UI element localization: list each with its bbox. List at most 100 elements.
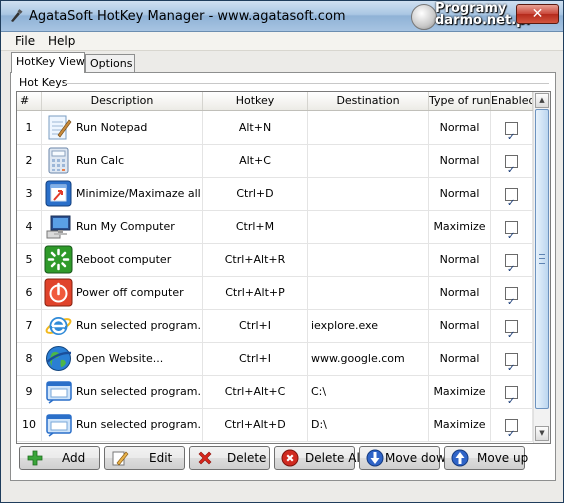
row-destination bbox=[308, 144, 429, 177]
row-number: 3 bbox=[17, 177, 42, 210]
move-up-button[interactable]: Move up bbox=[444, 446, 528, 470]
close-button[interactable]: ✕ bbox=[516, 4, 559, 24]
row-destination: C:\ bbox=[308, 375, 429, 408]
row-enabled[interactable] bbox=[491, 144, 533, 177]
delete-button-label: Delete bbox=[227, 451, 267, 465]
enabled-checkbox[interactable] bbox=[505, 121, 518, 144]
row-description: Open Website... bbox=[42, 342, 203, 375]
row-destination: www.google.com bbox=[308, 342, 429, 375]
row-number: 8 bbox=[17, 342, 42, 375]
row-description-text: Run Calc bbox=[76, 154, 125, 167]
column-header-destination[interactable]: Destination bbox=[308, 92, 429, 110]
enabled-checkbox[interactable] bbox=[505, 352, 518, 375]
column-header-description[interactable]: Description bbox=[42, 92, 203, 110]
row-number: 7 bbox=[17, 309, 42, 342]
row-enabled[interactable] bbox=[491, 210, 533, 243]
table-row[interactable]: 5 Reboot computer Ctrl+Alt+R Normal bbox=[17, 243, 533, 277]
table-row[interactable]: 8 Open Website... Ctrl+I www.google.com Norm… bbox=[17, 342, 533, 376]
scroll-up-arrow-icon[interactable]: ▲ bbox=[535, 93, 549, 108]
add-button[interactable]: Add bbox=[19, 446, 100, 470]
enabled-checkbox[interactable] bbox=[505, 187, 518, 210]
column-header-type-of-run[interactable]: Type of run bbox=[429, 92, 491, 110]
table-row[interactable]: 9 Run selected program... Ctrl+Alt+C C:\ Max… bbox=[17, 375, 533, 409]
watermark-logo-icon bbox=[411, 4, 437, 30]
tab-options[interactable]: Options bbox=[85, 54, 135, 72]
group-label-hot-keys: Hot Keys bbox=[19, 76, 68, 89]
menu-file[interactable]: File bbox=[15, 34, 35, 48]
menu-bar: File Help bbox=[1, 32, 563, 51]
row-destination: iexplore.exe bbox=[308, 309, 429, 342]
program-window-icon bbox=[46, 381, 72, 404]
row-hotkey: Ctrl+D bbox=[203, 177, 308, 210]
edit-button[interactable]: Edit bbox=[104, 446, 185, 470]
row-type-of-run: Normal bbox=[429, 309, 491, 342]
globe-icon bbox=[46, 346, 72, 371]
scrollbar-thumb[interactable] bbox=[535, 109, 549, 409]
enabled-checkbox[interactable] bbox=[505, 220, 518, 243]
row-enabled[interactable] bbox=[491, 276, 533, 309]
row-hotkey: Ctrl+Alt+R bbox=[203, 243, 308, 276]
notepad-icon bbox=[48, 115, 72, 140]
row-description-text: Run My Computer bbox=[76, 220, 175, 233]
group-divider bbox=[63, 83, 549, 84]
row-enabled[interactable] bbox=[491, 111, 533, 144]
row-enabled[interactable] bbox=[491, 243, 533, 276]
row-description-text: Run Notepad bbox=[76, 121, 148, 134]
table-row[interactable]: 3 Minimize/Maximaze all ... Ctrl+D Normal bbox=[17, 177, 533, 211]
minimize-maximize-icon bbox=[45, 180, 72, 207]
title-bar[interactable]: AgataSoft HotKey Manager - www.agatasoft… bbox=[1, 1, 563, 32]
edit-button-label: Edit bbox=[149, 451, 173, 465]
red-x-icon bbox=[198, 451, 212, 465]
delete-all-icon bbox=[281, 449, 299, 467]
tab-hotkey-view[interactable]: HotKey View bbox=[11, 52, 85, 73]
row-description: Minimize/Maximaze all ... bbox=[42, 177, 203, 210]
hotkey-table[interactable]: # Description Hotkey Destination Type of… bbox=[16, 91, 551, 444]
enabled-checkbox[interactable] bbox=[505, 154, 518, 177]
column-header-number[interactable]: # bbox=[17, 92, 42, 110]
delete-all-button-label: Delete All bbox=[305, 451, 364, 465]
move-down-button[interactable]: Move down bbox=[359, 446, 453, 470]
table-row[interactable]: 2 Run Calc Alt+C Normal bbox=[17, 144, 533, 178]
column-header-enabled[interactable]: Enabled bbox=[491, 92, 533, 110]
row-enabled[interactable] bbox=[491, 309, 533, 342]
add-button-label: Add bbox=[62, 451, 86, 465]
table-row[interactable]: 1 Run Notepad Alt+N Normal bbox=[17, 111, 533, 145]
row-hotkey: Ctrl+M bbox=[203, 210, 308, 243]
plus-icon bbox=[27, 450, 43, 466]
row-description-text: Run selected program... bbox=[76, 385, 203, 398]
enabled-checkbox[interactable] bbox=[505, 253, 518, 276]
table-row[interactable]: 4 Run My Computer Ctrl+M Maximize bbox=[17, 210, 533, 244]
row-description: Reboot computer bbox=[42, 243, 203, 276]
row-enabled[interactable] bbox=[491, 408, 533, 441]
row-enabled[interactable] bbox=[491, 375, 533, 408]
enabled-checkbox[interactable] bbox=[505, 286, 518, 309]
calculator-icon bbox=[48, 147, 69, 174]
row-destination bbox=[308, 111, 429, 144]
enabled-checkbox[interactable] bbox=[505, 418, 518, 441]
row-hotkey: Alt+C bbox=[203, 144, 308, 177]
row-type-of-run: Maximize bbox=[429, 375, 491, 408]
power-off-icon bbox=[44, 278, 73, 307]
delete-all-button[interactable]: Delete All bbox=[274, 446, 363, 470]
row-type-of-run: Maximize bbox=[429, 408, 491, 441]
window-title: AgataSoft HotKey Manager - www.agatasoft… bbox=[29, 9, 346, 24]
row-hotkey: Ctrl+Alt+P bbox=[203, 276, 308, 309]
enabled-checkbox[interactable] bbox=[505, 319, 518, 342]
row-hotkey: Alt+N bbox=[203, 111, 308, 144]
row-description: Run selected program... bbox=[42, 375, 203, 408]
row-type-of-run: Normal bbox=[429, 243, 491, 276]
delete-button[interactable]: Delete bbox=[189, 446, 270, 470]
scroll-down-arrow-icon[interactable]: ▼ bbox=[535, 426, 549, 441]
table-row[interactable]: 10 Run selected program... Ctrl+Alt+D D:\ Ma… bbox=[17, 408, 533, 442]
vertical-scrollbar[interactable]: ▲ ▼ bbox=[533, 92, 550, 443]
column-header-hotkey[interactable]: Hotkey bbox=[203, 92, 308, 110]
table-row[interactable]: 7 Run selected program... Ctrl+I iexplore.e… bbox=[17, 309, 533, 343]
enabled-checkbox[interactable] bbox=[505, 385, 518, 408]
arrow-up-icon bbox=[451, 449, 469, 467]
table-row[interactable]: 6 Power off computer Ctrl+Alt+P Normal bbox=[17, 276, 533, 310]
row-hotkey: Ctrl+Alt+C bbox=[203, 375, 308, 408]
row-enabled[interactable] bbox=[491, 177, 533, 210]
row-enabled[interactable] bbox=[491, 342, 533, 375]
row-number: 1 bbox=[17, 111, 42, 144]
menu-help[interactable]: Help bbox=[48, 34, 75, 48]
